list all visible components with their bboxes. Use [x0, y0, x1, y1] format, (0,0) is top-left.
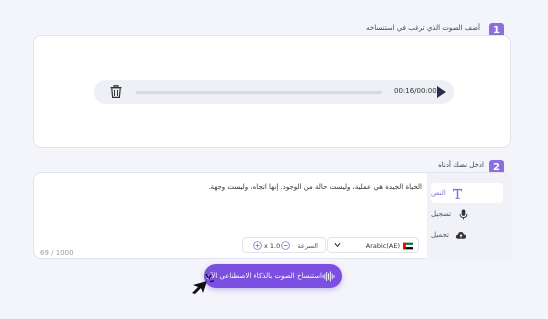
waveform-icon	[322, 270, 335, 282]
play-icon[interactable]	[436, 86, 446, 98]
chevron-down-icon	[334, 242, 341, 250]
clone-voice-label: استنساخ الصوت بالذكاء الاصطناعي الآن	[206, 272, 322, 280]
trash-icon[interactable]	[110, 85, 122, 98]
speed-control: السرعة x 1.0	[242, 237, 326, 253]
sidebar-item-record[interactable]: تسجيل	[431, 204, 503, 224]
audio-card: 00:16/00:00	[33, 35, 511, 148]
language-select[interactable]: Arabic(AE)	[327, 237, 419, 253]
minus-circle-icon[interactable]	[281, 241, 290, 252]
sidebar-item-label: تسجيل	[431, 210, 452, 218]
language-label: Arabic(AE)	[365, 242, 400, 250]
step-2-title: ادخل نصك أدناه	[438, 161, 484, 169]
sidebar-item-label: تحميل	[431, 231, 449, 239]
clone-voice-button[interactable]: استنساخ الصوت بالذكاء الاصطناعي الآن	[204, 264, 342, 288]
step-1-title: أضف الصوت الذي ترغب في استنساخه	[366, 24, 480, 32]
text-icon	[452, 187, 464, 199]
sidebar-item-upload[interactable]: تحميل	[431, 225, 503, 245]
speed-label: السرعة	[297, 242, 318, 250]
click-cursor-icon	[192, 273, 215, 294]
sidebar-item-text[interactable]: النص	[431, 183, 503, 203]
microphone-icon	[457, 208, 469, 220]
speed-value: x 1.0	[264, 242, 281, 250]
character-counter: 69 / 1000	[40, 249, 74, 257]
progress-track[interactable]	[136, 91, 382, 94]
plus-circle-icon[interactable]	[253, 241, 262, 252]
text-card: الحياة الجيدة هي عملية، وليست حالة من ال…	[33, 172, 512, 260]
playback-time: 00:16/00:00	[394, 87, 437, 95]
audio-player: 00:16/00:00	[94, 80, 454, 104]
sidebar-item-label: النص	[431, 189, 446, 197]
cloud-upload-icon	[455, 229, 467, 241]
uae-flag-icon	[403, 242, 413, 252]
text-input[interactable]: الحياة الجيدة هي عملية، وليست حالة من ال…	[64, 181, 422, 193]
input-mode-sidebar: النص تسجيل تحميل	[427, 173, 512, 260]
